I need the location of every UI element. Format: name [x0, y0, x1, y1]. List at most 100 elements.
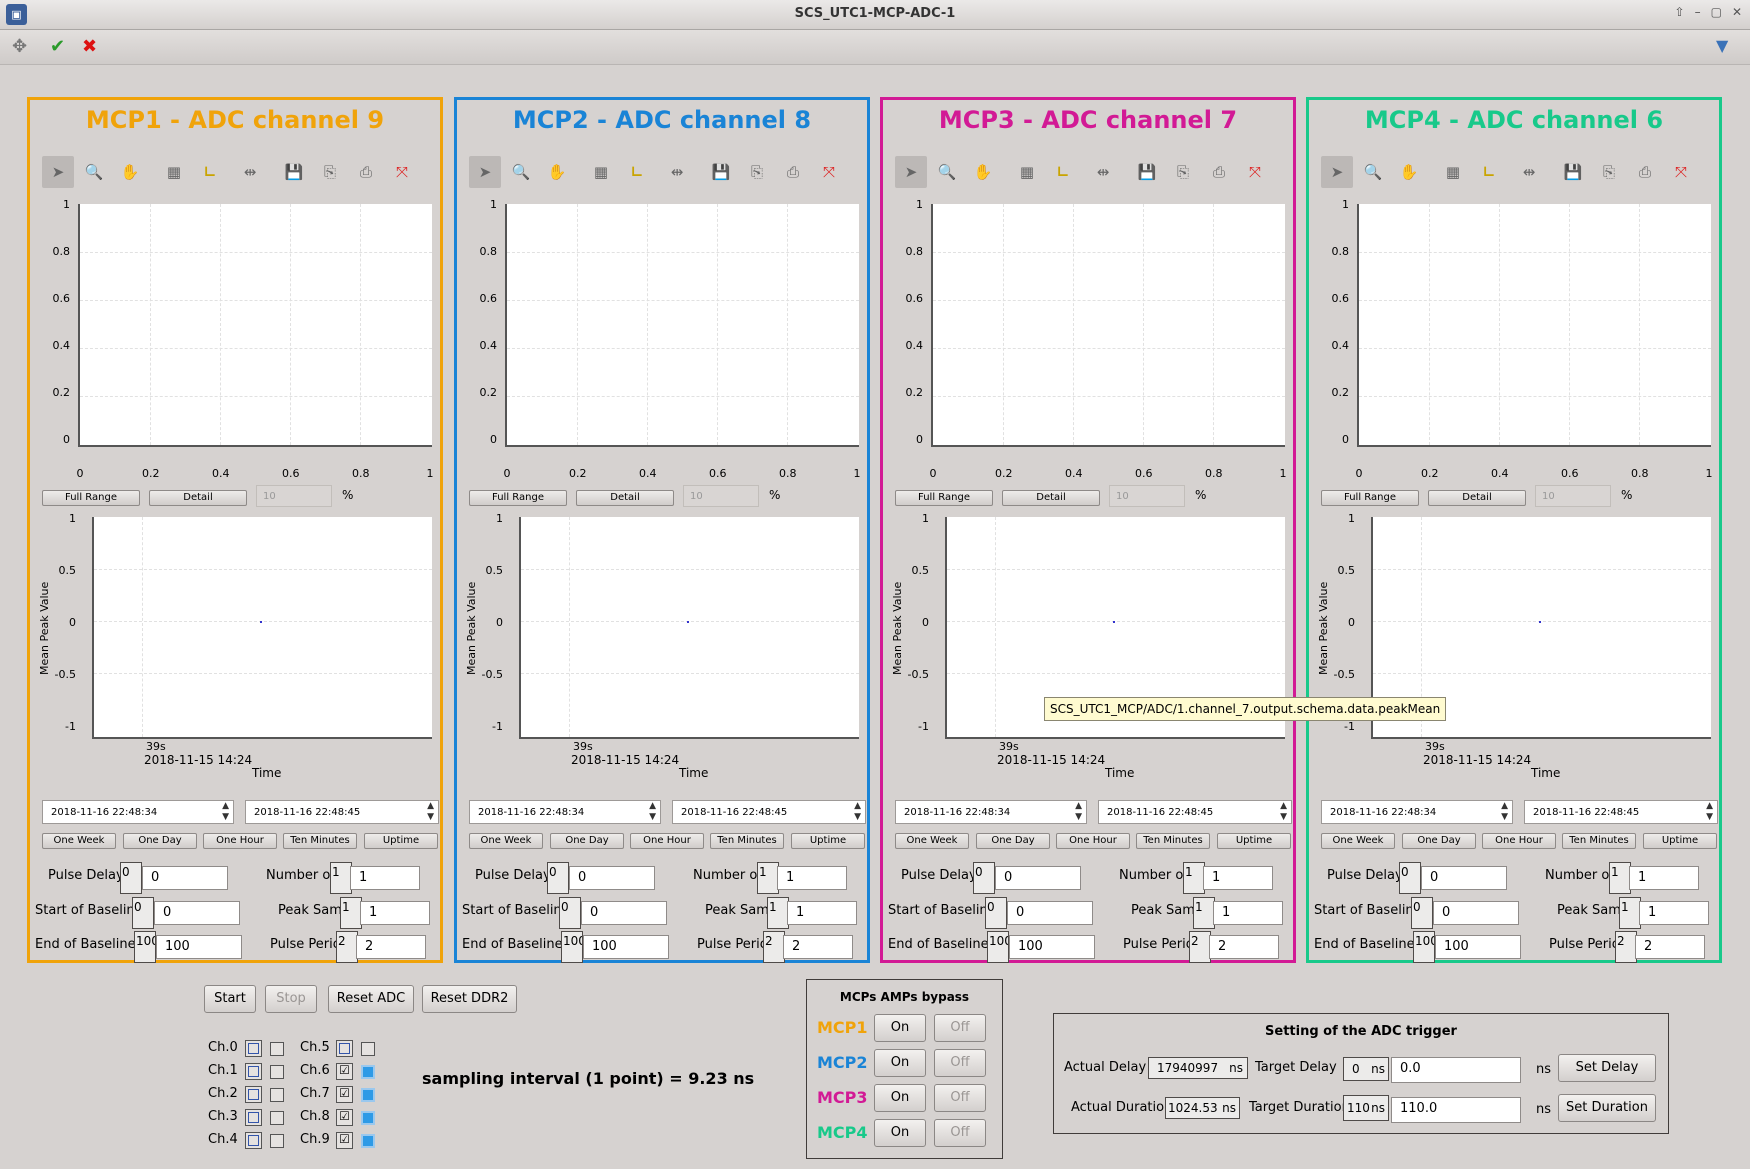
reset-ddr2-button[interactable]: Reset DDR2 [422, 985, 517, 1013]
range-button-ten-minutes[interactable]: Ten Minutes [710, 833, 784, 849]
start-button[interactable]: Start [204, 985, 256, 1013]
grid-icon[interactable]: ▦ [585, 156, 617, 188]
axes-icon[interactable]: ∟ [1473, 156, 1505, 188]
pulse-period-input[interactable]: 2 [1209, 935, 1279, 959]
channel-checkbox[interactable] [245, 1040, 262, 1057]
pointer-icon[interactable]: ➤ [469, 156, 501, 188]
spin-icon[interactable]: ▲ ▼ [854, 801, 861, 823]
num-pulse-input[interactable]: 1 [350, 866, 420, 890]
range-button-one-hour[interactable]: One Hour [1482, 833, 1556, 849]
channel-checkbox[interactable]: ☑ [336, 1132, 353, 1149]
print-icon[interactable]: ⎙ [777, 156, 809, 188]
save-icon[interactable]: 💾 [278, 156, 310, 188]
pulse-period-input[interactable]: 2 [783, 935, 853, 959]
range-button-one-day[interactable]: One Day [123, 833, 197, 849]
end-date-input[interactable]: 2018-11-16 22:48:45 ▲ ▼ [672, 800, 866, 824]
detail-button[interactable]: Detail [1002, 490, 1100, 506]
zoom-icon[interactable]: 🔍 [931, 156, 963, 188]
range-button-uptime[interactable]: Uptime [364, 833, 438, 849]
zoom-icon[interactable]: 🔍 [1357, 156, 1389, 188]
stop-button[interactable]: Stop [265, 985, 317, 1013]
channel-checkbox[interactable] [336, 1040, 353, 1057]
reset-icon[interactable]: ⤧ [1239, 156, 1271, 188]
end-base-input[interactable]: 100 [1009, 935, 1095, 959]
peak-samples-input[interactable]: 1 [787, 901, 857, 925]
end-date-input[interactable]: 2018-11-16 22:48:45 ▲ ▼ [245, 800, 439, 824]
grid-icon[interactable]: ▦ [1011, 156, 1043, 188]
pin-icon[interactable]: ⇧ [1675, 5, 1685, 19]
reset-adc-button[interactable]: Reset ADC [328, 985, 414, 1013]
grid-icon[interactable]: ▦ [1437, 156, 1469, 188]
start-base-input[interactable]: 0 [154, 901, 240, 925]
set-delay-button[interactable]: Set Delay [1558, 1054, 1656, 1082]
autoscale-icon[interactable]: ⇹ [1513, 156, 1545, 188]
full-range-button[interactable]: Full Range [1321, 490, 1419, 506]
channel-checkbox[interactable]: ☑ [336, 1086, 353, 1103]
copy-icon[interactable]: ⎘ [1593, 156, 1625, 188]
peak-samples-input[interactable]: 1 [1213, 901, 1283, 925]
copy-icon[interactable]: ⎘ [314, 156, 346, 188]
bypass-on-button[interactable]: On [874, 1014, 926, 1042]
reset-icon[interactable]: ⤧ [1665, 156, 1697, 188]
move-icon[interactable]: ✥ [12, 36, 27, 57]
channel-checkbox[interactable] [245, 1109, 262, 1126]
detail-button[interactable]: Detail [1428, 490, 1526, 506]
range-button-ten-minutes[interactable]: Ten Minutes [1136, 833, 1210, 849]
bypass-on-button[interactable]: On [874, 1084, 926, 1112]
pan-icon[interactable]: ✋ [1393, 156, 1425, 188]
pan-icon[interactable]: ✋ [541, 156, 573, 188]
end-date-input[interactable]: 2018-11-16 22:48:45 ▲ ▼ [1524, 800, 1718, 824]
range-button-one-week[interactable]: One Week [42, 833, 116, 849]
print-icon[interactable]: ⎙ [1203, 156, 1235, 188]
range-button-one-day[interactable]: One Day [1402, 833, 1476, 849]
detail-percent-input[interactable]: 10 [256, 485, 332, 507]
spin-icon[interactable]: ▲ ▼ [427, 801, 434, 823]
axes-icon[interactable]: ∟ [1047, 156, 1079, 188]
range-button-one-week[interactable]: One Week [1321, 833, 1395, 849]
range-button-one-hour[interactable]: One Hour [1056, 833, 1130, 849]
range-button-one-day[interactable]: One Day [550, 833, 624, 849]
reset-icon[interactable]: ⤧ [813, 156, 845, 188]
minimize-icon[interactable]: – [1695, 5, 1701, 19]
pulse-delay-input[interactable]: 0 [569, 866, 655, 890]
grid-icon[interactable]: ▦ [158, 156, 190, 188]
target-duration-input[interactable]: 110.0 [1391, 1097, 1521, 1123]
start-base-input[interactable]: 0 [1433, 901, 1519, 925]
channel-checkbox[interactable] [245, 1063, 262, 1080]
spin-icon[interactable]: ▲ ▼ [1075, 801, 1082, 823]
bypass-off-button[interactable]: Off [934, 1084, 986, 1112]
cancel-icon[interactable]: ✖ [82, 36, 97, 57]
end-base-input[interactable]: 100 [156, 935, 242, 959]
dropdown-arrow-icon[interactable]: ▼ [1716, 36, 1728, 55]
start-date-input[interactable]: 2018-11-16 22:48:34 ▲ ▼ [469, 800, 661, 824]
range-button-ten-minutes[interactable]: Ten Minutes [1562, 833, 1636, 849]
start-date-input[interactable]: 2018-11-16 22:48:34 ▲ ▼ [1321, 800, 1513, 824]
start-base-input[interactable]: 0 [1007, 901, 1093, 925]
autoscale-icon[interactable]: ⇹ [1087, 156, 1119, 188]
channel-checkbox[interactable] [245, 1132, 262, 1149]
full-range-button[interactable]: Full Range [895, 490, 993, 506]
autoscale-icon[interactable]: ⇹ [234, 156, 266, 188]
close-icon[interactable]: ✕ [1732, 5, 1742, 19]
full-range-button[interactable]: Full Range [42, 490, 140, 506]
range-button-one-day[interactable]: One Day [976, 833, 1050, 849]
print-icon[interactable]: ⎙ [1629, 156, 1661, 188]
pan-icon[interactable]: ✋ [114, 156, 146, 188]
axes-icon[interactable]: ∟ [194, 156, 226, 188]
channel-checkbox[interactable]: ☑ [336, 1063, 353, 1080]
apply-icon[interactable]: ✔ [50, 36, 65, 57]
detail-percent-input[interactable]: 10 [683, 485, 759, 507]
range-button-one-week[interactable]: One Week [469, 833, 543, 849]
zoom-icon[interactable]: 🔍 [78, 156, 110, 188]
detail-button[interactable]: Detail [149, 490, 247, 506]
pulse-period-input[interactable]: 2 [356, 935, 426, 959]
bypass-off-button[interactable]: Off [934, 1119, 986, 1147]
spin-icon[interactable]: ▲ ▼ [1706, 801, 1713, 823]
copy-icon[interactable]: ⎘ [741, 156, 773, 188]
pulse-delay-input[interactable]: 0 [142, 866, 228, 890]
start-date-input[interactable]: 2018-11-16 22:48:34 ▲ ▼ [895, 800, 1087, 824]
channel-checkbox[interactable]: ☑ [336, 1109, 353, 1126]
end-base-input[interactable]: 100 [1435, 935, 1521, 959]
range-button-uptime[interactable]: Uptime [791, 833, 865, 849]
pointer-icon[interactable]: ➤ [1321, 156, 1353, 188]
